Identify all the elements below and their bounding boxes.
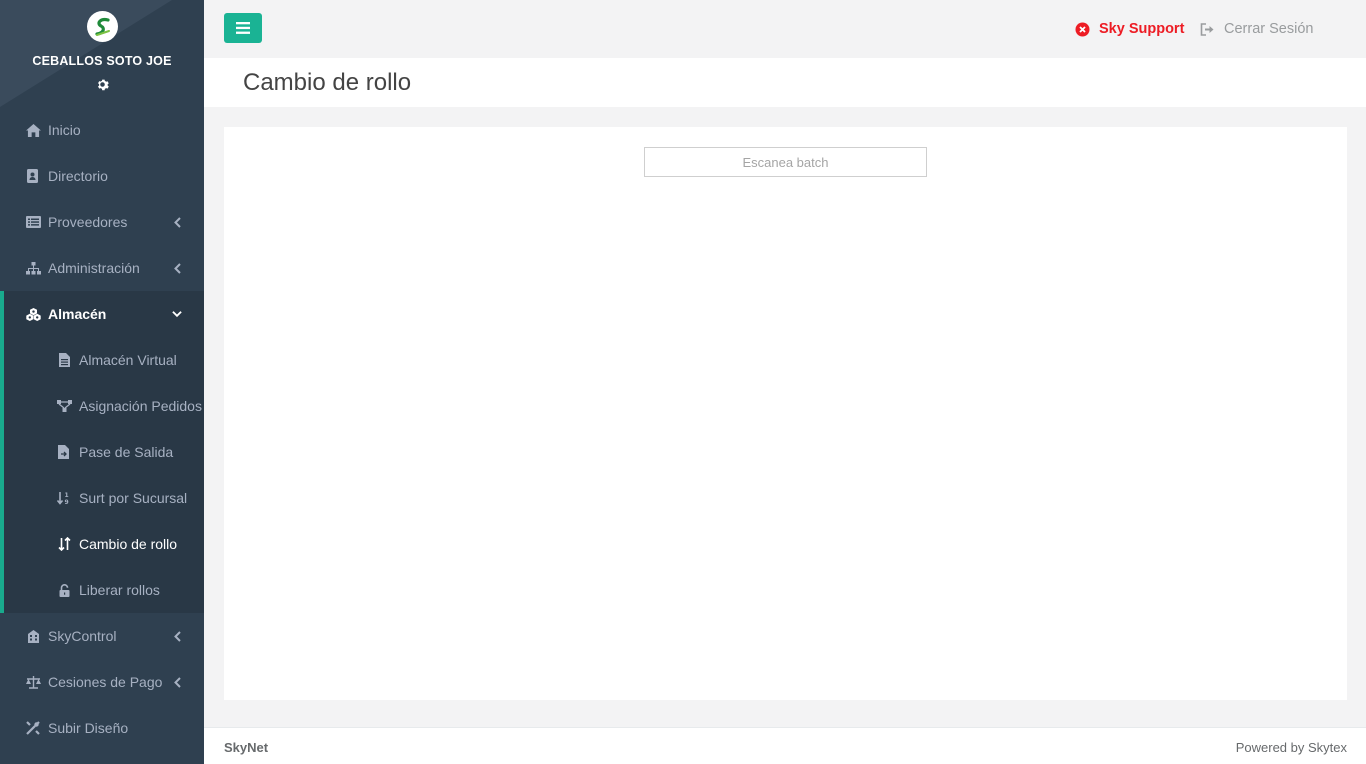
chevron-left-icon — [172, 262, 182, 274]
sidebar-item-label: Administración — [48, 260, 140, 276]
submenu-item-label: Pase de Salida — [79, 444, 174, 460]
sign-out-icon — [1199, 21, 1215, 37]
skytex-logo-icon[interactable] — [87, 11, 118, 42]
top-navbar: Sky Support Cerrar Sesión — [204, 0, 1366, 58]
submenu-item-label: Asignación Pedidos — [79, 398, 202, 414]
chevron-left-icon — [172, 216, 182, 228]
chevron-down-icon — [172, 308, 182, 320]
sidebar-item-label: Subir Diseño — [48, 720, 129, 736]
sidebar-item-label: SkyControl — [48, 628, 117, 644]
unlock-icon — [56, 582, 72, 598]
sidebar-item-label: Proveedores — [48, 214, 128, 230]
submenu-item-label: Cambio de rollo — [79, 536, 178, 552]
sidebar-item-cesiones[interactable]: Cesiones de Pago — [0, 659, 204, 705]
balance-scale-icon — [25, 674, 41, 690]
sidebar: CEBALLOS SOTO JOE Inicio Directorio Prov… — [0, 0, 204, 764]
submenu-item-almacen-virtual[interactable]: Almacén Virtual — [4, 337, 204, 383]
sidebar-item-directorio[interactable]: Directorio — [0, 153, 204, 199]
sitemap-icon — [25, 260, 41, 276]
footer-brand: SkyNet — [224, 740, 269, 755]
list-alt-icon — [25, 214, 41, 230]
logout-label: Cerrar Sesión — [1224, 21, 1314, 37]
submenu-item-liberar-rollos[interactable]: Liberar rollos — [4, 567, 204, 613]
sidebar-item-subir-diseno[interactable]: Subir Diseño — [0, 705, 204, 751]
network-icon — [56, 398, 72, 414]
sidebar-item-label: Almacén — [48, 306, 107, 322]
chevron-left-icon — [172, 630, 182, 642]
user-name[interactable]: CEBALLOS SOTO JOE — [0, 54, 204, 68]
page-title: Cambio de rollo — [243, 69, 412, 96]
footer-powered-by: Powered by Skytex — [1235, 740, 1347, 755]
chevron-left-icon — [172, 676, 182, 688]
sort-arrows-icon — [56, 536, 72, 552]
gear-icon[interactable] — [94, 76, 110, 92]
submenu-item-pase-salida[interactable]: Pase de Salida — [4, 429, 204, 475]
submenu-item-label: Surt por Sucursal — [79, 490, 188, 506]
address-book-icon — [25, 168, 41, 184]
sort-numeric-icon: 19 — [56, 490, 72, 506]
almacen-submenu: Almacén Virtual Asignación Pedidos Pase … — [0, 337, 204, 613]
menu-toggle-button[interactable] — [224, 13, 262, 43]
submenu-item-cambio-rollo[interactable]: Cambio de rollo — [4, 521, 204, 567]
profile-header: CEBALLOS SOTO JOE — [0, 0, 204, 107]
sidebar-item-almacen[interactable]: Almacén — [0, 291, 204, 337]
home-icon — [25, 122, 41, 138]
sidebar-item-label: Inicio — [48, 122, 81, 138]
sky-support-link[interactable]: Sky Support — [1074, 19, 1184, 39]
cubes-icon — [25, 306, 41, 322]
tools-icon — [25, 720, 41, 736]
sidebar-item-label: Directorio — [48, 168, 108, 184]
file-icon — [56, 352, 72, 368]
building-icon — [25, 628, 41, 644]
page-heading: Cambio de rollo — [204, 58, 1366, 107]
sidebar-item-administracion[interactable]: Administración — [0, 245, 204, 291]
svg-text:9: 9 — [65, 499, 69, 505]
submenu-item-label: Almacén Virtual — [79, 352, 177, 368]
sky-support-label: Sky Support — [1099, 21, 1185, 37]
close-circle-icon — [1074, 21, 1090, 37]
submenu-item-surt-sucursal[interactable]: 19 Surt por Sucursal — [4, 475, 204, 521]
sidebar-item-inicio[interactable]: Inicio — [0, 107, 204, 153]
sidebar-item-label: Cesiones de Pago — [48, 674, 163, 690]
sidebar-item-proveedores[interactable]: Proveedores — [0, 199, 204, 245]
footer: SkyNet Powered by Skytex — [204, 727, 1366, 764]
submenu-item-asignacion-pedidos[interactable]: Asignación Pedidos — [4, 383, 204, 429]
file-export-icon — [56, 444, 72, 460]
logout-link[interactable]: Cerrar Sesión — [1199, 19, 1313, 39]
sidebar-item-skycontrol[interactable]: SkyControl — [0, 613, 204, 659]
svg-text:1: 1 — [65, 492, 69, 499]
content-panel — [224, 127, 1347, 700]
batch-scan-input[interactable] — [644, 147, 927, 177]
submenu-item-label: Liberar rollos — [79, 582, 160, 598]
hamburger-icon — [236, 22, 250, 34]
